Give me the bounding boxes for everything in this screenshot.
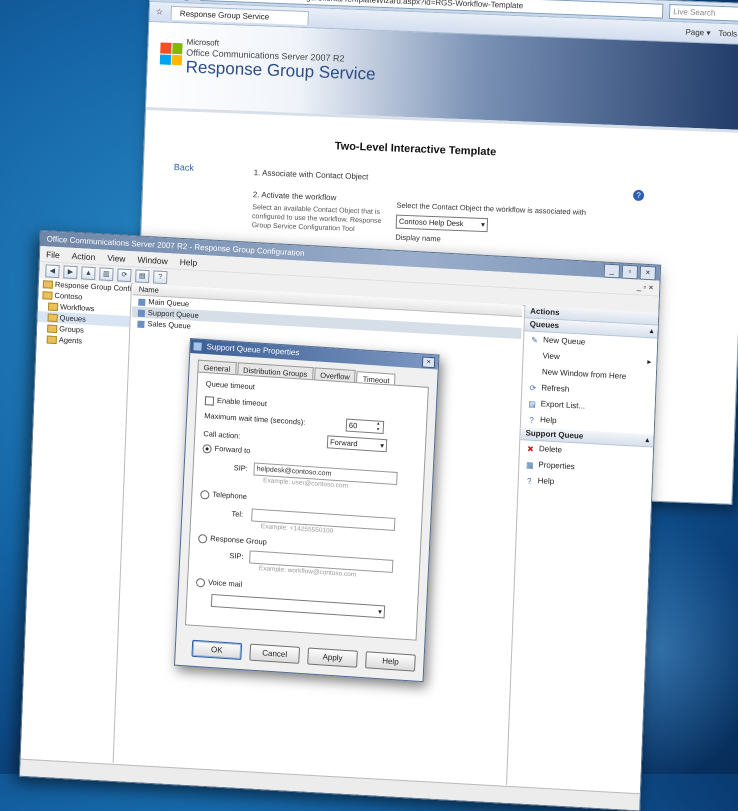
display-name-label: Display name	[395, 232, 441, 244]
help-icon[interactable]: ?	[153, 269, 168, 284]
close-icon[interactable]: ×	[421, 356, 436, 369]
call-action-select[interactable]: Forward	[326, 435, 388, 453]
ocs-logo-icon	[159, 42, 183, 66]
forward-radio[interactable]: Forward to	[202, 443, 251, 456]
menu-file[interactable]: File	[46, 249, 60, 260]
up-folder-icon[interactable]: ▲	[81, 265, 96, 280]
help-icon[interactable]: ?	[632, 189, 645, 202]
queue-icon	[138, 298, 146, 306]
actions-pane: Actions Queues ▴ ✎ New Queue View ▸ New Windo…	[506, 305, 659, 793]
timeout-seconds-stepper[interactable]: 60	[345, 418, 385, 435]
minimize-button[interactable]: _	[603, 263, 621, 279]
favorites-star-icon[interactable]: ☆	[156, 7, 164, 16]
call-action-label: Call action:	[203, 429, 241, 441]
queue-timeout-label: Queue timeout	[205, 379, 256, 392]
forward-arrow-icon[interactable]: ▶	[178, 0, 195, 1]
queue-icon	[137, 320, 145, 328]
console-tree: Response Group Configuration Contoso Wor…	[20, 278, 133, 763]
tools-menu[interactable]: Tools ▾	[718, 29, 738, 39]
delete-icon: ✖	[526, 444, 534, 454]
response-group-sip-label: SIP:	[229, 551, 244, 561]
voicemail-select[interactable]	[210, 593, 386, 619]
properties-icon: ▦	[525, 459, 534, 470]
contact-object-instructions: Select the Contact Object the workflow i…	[396, 200, 587, 217]
menu-help[interactable]: Help	[180, 256, 198, 267]
step-associate: 1. Associate with Contact Object	[253, 168, 369, 182]
voicemail-radio[interactable]: Voice mail	[195, 577, 242, 590]
action-label: Delete	[538, 444, 563, 455]
action-label: Refresh	[541, 383, 570, 394]
page-menu[interactable]: Page ▾	[685, 28, 710, 38]
brand-service: Response Group Service	[185, 57, 376, 84]
forward-icon[interactable]: ▶	[63, 264, 78, 279]
refresh-icon[interactable]: ⟳	[117, 267, 132, 282]
help-button[interactable]: Help	[365, 651, 416, 672]
template-title: Two-Level Interactive Template	[334, 140, 497, 159]
export-list-icon: ▤	[528, 399, 537, 409]
dialog-buttons: OK Cancel Apply Help	[183, 639, 416, 672]
contact-object-select[interactable]: Contoso Help Desk	[395, 214, 489, 233]
queue-properties-dialog: Support Queue Properties × General Distr…	[173, 338, 440, 683]
back-link[interactable]: Back	[174, 162, 194, 173]
menu-view[interactable]: View	[107, 252, 126, 263]
mmc-window-controls: _ ▫ ×	[603, 263, 657, 281]
view-icon	[529, 351, 538, 360]
menu-window[interactable]: Window	[137, 254, 168, 266]
response-group-radio[interactable]: Response Group	[198, 533, 267, 547]
ok-button[interactable]: OK	[191, 639, 243, 661]
maximize-button[interactable]: ▫	[621, 264, 639, 280]
browser-tab[interactable]: Response Group Service	[170, 5, 310, 25]
close-button[interactable]: ×	[639, 265, 657, 281]
step-description: Select an available Contact Object that …	[251, 204, 382, 234]
inner-window-controls[interactable]: _ ▫ ×	[637, 282, 654, 292]
telephone-radio[interactable]: Telephone	[200, 489, 247, 502]
dialog-title: Support Queue Properties	[206, 342, 300, 358]
step-activate: 2. Activate the workflow	[252, 190, 337, 203]
action-label: Help	[539, 415, 557, 426]
action-label: View	[542, 351, 560, 362]
new-queue-icon: ✎	[531, 335, 539, 345]
brand-company: Microsoft	[186, 37, 220, 48]
refresh-icon: ⟳	[529, 383, 537, 393]
timeout-seconds-label: Maximum wait time (seconds):	[204, 411, 306, 427]
new-window-icon	[529, 367, 538, 376]
sip-label: SIP:	[233, 463, 249, 474]
submenu-arrow-icon: ▸	[647, 357, 652, 367]
apply-button[interactable]: Apply	[307, 647, 358, 668]
help-icon: ?	[526, 476, 532, 486]
search-input[interactable]: Live Search	[668, 3, 738, 22]
help-icon: ?	[529, 415, 534, 425]
queue-icon	[137, 309, 146, 317]
enable-timeout-checkbox[interactable]: Enable timeout	[204, 395, 267, 409]
dialog-icon	[193, 342, 202, 351]
show-hide-tree-icon[interactable]: ▥	[99, 266, 114, 281]
action-label: Help	[537, 476, 555, 487]
back-icon[interactable]: ◀	[45, 263, 60, 278]
tel-label: Tel:	[231, 509, 244, 519]
timeout-tab-page: Queue timeout Enable timeout Maximum wai…	[184, 371, 429, 641]
menu-action[interactable]: Action	[72, 250, 96, 261]
cancel-button[interactable]: Cancel	[249, 643, 301, 664]
export-icon[interactable]: ▤	[135, 268, 150, 283]
